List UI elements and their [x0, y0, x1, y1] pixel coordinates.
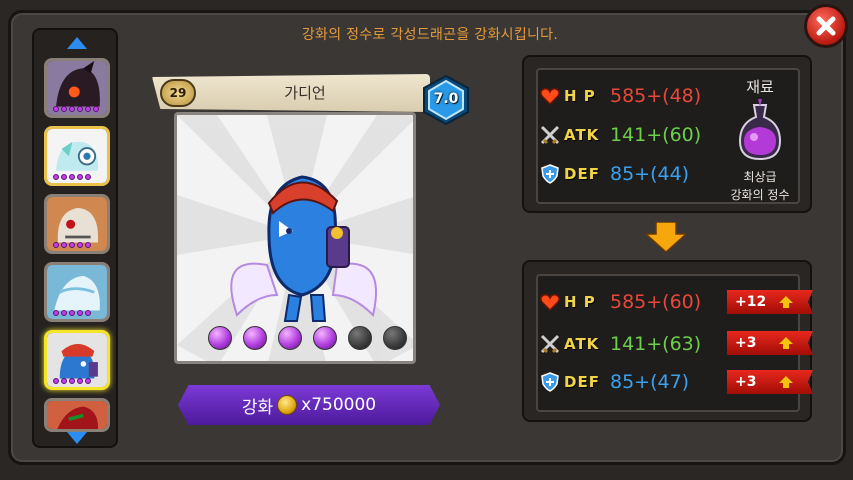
up-arrow-icon: [779, 337, 793, 349]
scroll-up-icon[interactable]: [66, 35, 88, 49]
instruction-text: 강화의 정수로 각성드래곤을 강화시킵니다.: [301, 27, 559, 43]
enhance-button[interactable]: 강화 x750000: [178, 385, 440, 425]
hp-bonus-badge: +12: [727, 290, 813, 314]
atk-bonus-value: +3: [735, 335, 757, 351]
roster-slot-6[interactable]: [44, 398, 110, 432]
orb-empty: [383, 326, 407, 350]
current-atk-row: ATK 141+(60): [538, 121, 701, 149]
up-arrow-icon: [779, 296, 793, 308]
hp-label: H P: [564, 87, 596, 105]
material-title: 재료: [746, 78, 774, 96]
grade-dots: [53, 106, 99, 112]
grade-dots: [53, 310, 91, 316]
crossed-swords-icon: [538, 123, 562, 147]
orb-empty: [348, 326, 372, 350]
roster-slot-2[interactable]: [44, 126, 110, 186]
dragon-roster[interactable]: [32, 28, 118, 448]
grade-dots: [53, 174, 91, 180]
roster-slot-5[interactable]: [44, 330, 110, 390]
atk-bonus-badge: +3: [727, 331, 813, 355]
def-value: 85+(47): [610, 371, 690, 393]
roster-slot-1[interactable]: [44, 58, 110, 118]
atk-label: ATK: [564, 335, 600, 353]
roster-slot-4[interactable]: [44, 262, 110, 322]
grade-dots: [53, 242, 91, 248]
material-name-line1: 최상급: [743, 170, 777, 184]
red-dragon-portrait: [47, 401, 107, 429]
scroll-down-icon[interactable]: [66, 430, 88, 444]
atk-value: 141+(60): [610, 124, 702, 146]
result-hp-row: H P 585+(60): [538, 288, 701, 316]
orb-filled: [243, 326, 267, 350]
shield-icon: [538, 162, 562, 186]
enhance-label: 강화: [241, 397, 274, 418]
orb-filled: [208, 326, 232, 350]
current-hp-row: H P 585+(48): [538, 82, 701, 110]
def-value: 85+(44): [610, 163, 690, 185]
heart-icon: [538, 84, 562, 108]
atk-label: ATK: [564, 126, 600, 144]
hp-label: H P: [564, 293, 596, 311]
def-label: DEF: [564, 165, 600, 183]
material-info: 재료 최상급 강화의 정수: [728, 76, 792, 203]
result-atk-row: ATK 141+(63): [538, 330, 701, 358]
hp-value: 585+(60): [610, 291, 702, 313]
awakening-orbs: [208, 326, 407, 350]
dragon-name: 가디언: [284, 84, 326, 102]
material-name-line2: 강화의 정수: [730, 188, 790, 202]
enhance-screen: 강화의 정수로 각성드래곤을 강화시킵니다. 29 가디언 7.0 강화 x75…: [0, 0, 853, 480]
def-bonus-value: +3: [735, 374, 757, 390]
heart-icon: [538, 290, 562, 314]
atk-value: 141+(63): [610, 333, 702, 355]
hp-value: 585+(48): [610, 85, 702, 107]
orb-filled: [313, 326, 337, 350]
grade-dots: [53, 378, 91, 384]
essence-potion-icon: [738, 99, 782, 161]
crossed-swords-icon: [538, 332, 562, 356]
result-arrow-icon: [646, 222, 686, 252]
roster-slot-3[interactable]: [44, 194, 110, 254]
enhance-cost: x750000: [301, 395, 377, 415]
grade-value: 7.0: [433, 91, 459, 107]
current-def-row: DEF 85+(44): [538, 160, 689, 188]
result-def-row: DEF 85+(47): [538, 368, 689, 396]
orb-filled: [278, 326, 302, 350]
shield-icon: [538, 370, 562, 394]
def-label: DEF: [564, 373, 600, 391]
hp-bonus-value: +12: [735, 294, 767, 310]
close-button[interactable]: [804, 4, 848, 48]
up-arrow-icon: [779, 376, 793, 388]
gold-coin-icon: [277, 395, 298, 415]
def-bonus-badge: +3: [727, 370, 813, 394]
level-badge: 29: [160, 79, 196, 107]
close-icon: [816, 16, 836, 36]
